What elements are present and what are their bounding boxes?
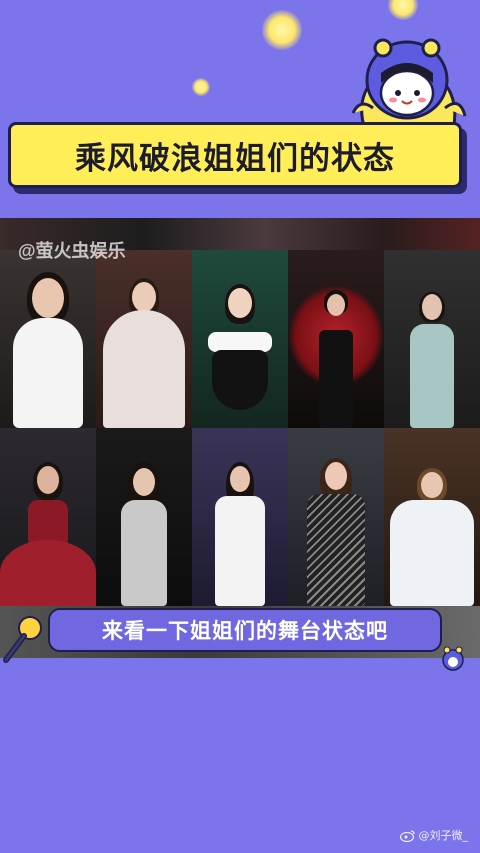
photo-2[interactable] bbox=[96, 250, 192, 428]
photo-1[interactable] bbox=[0, 250, 96, 428]
photo-10[interactable] bbox=[384, 428, 480, 606]
mascot-illustration bbox=[351, 38, 467, 132]
microphone-icon bbox=[3, 616, 42, 663]
photo-7[interactable] bbox=[96, 428, 192, 606]
photo-6[interactable] bbox=[0, 428, 96, 606]
page-title: 乘风破浪姐姐们的状态 bbox=[75, 140, 395, 177]
photo-4[interactable] bbox=[288, 250, 384, 428]
photo-8[interactable] bbox=[192, 428, 288, 606]
small-mascot-icon bbox=[442, 646, 464, 671]
footer-credit: @刘子微_ bbox=[399, 827, 469, 843]
sparkle-decoration bbox=[388, 0, 418, 20]
watermark: @萤火虫娱乐 bbox=[18, 241, 126, 261]
title-banner: 乘风破浪姐姐们的状态 bbox=[8, 122, 462, 188]
caption-bar: 来看一下姐姐们的舞台状态吧 bbox=[48, 608, 442, 652]
photo-5[interactable] bbox=[384, 250, 480, 428]
sparkle-decoration bbox=[192, 78, 210, 96]
caption-text: 来看一下姐姐们的舞台状态吧 bbox=[102, 619, 388, 643]
photo-grid bbox=[0, 250, 480, 606]
sparkle-decoration bbox=[262, 10, 302, 50]
photo-3[interactable] bbox=[192, 250, 288, 428]
footer-handle: @刘子微_ bbox=[418, 829, 469, 842]
photo-9[interactable] bbox=[288, 428, 384, 606]
weibo-icon bbox=[399, 829, 415, 842]
photo-collage: @萤火虫娱乐 bbox=[0, 218, 480, 658]
